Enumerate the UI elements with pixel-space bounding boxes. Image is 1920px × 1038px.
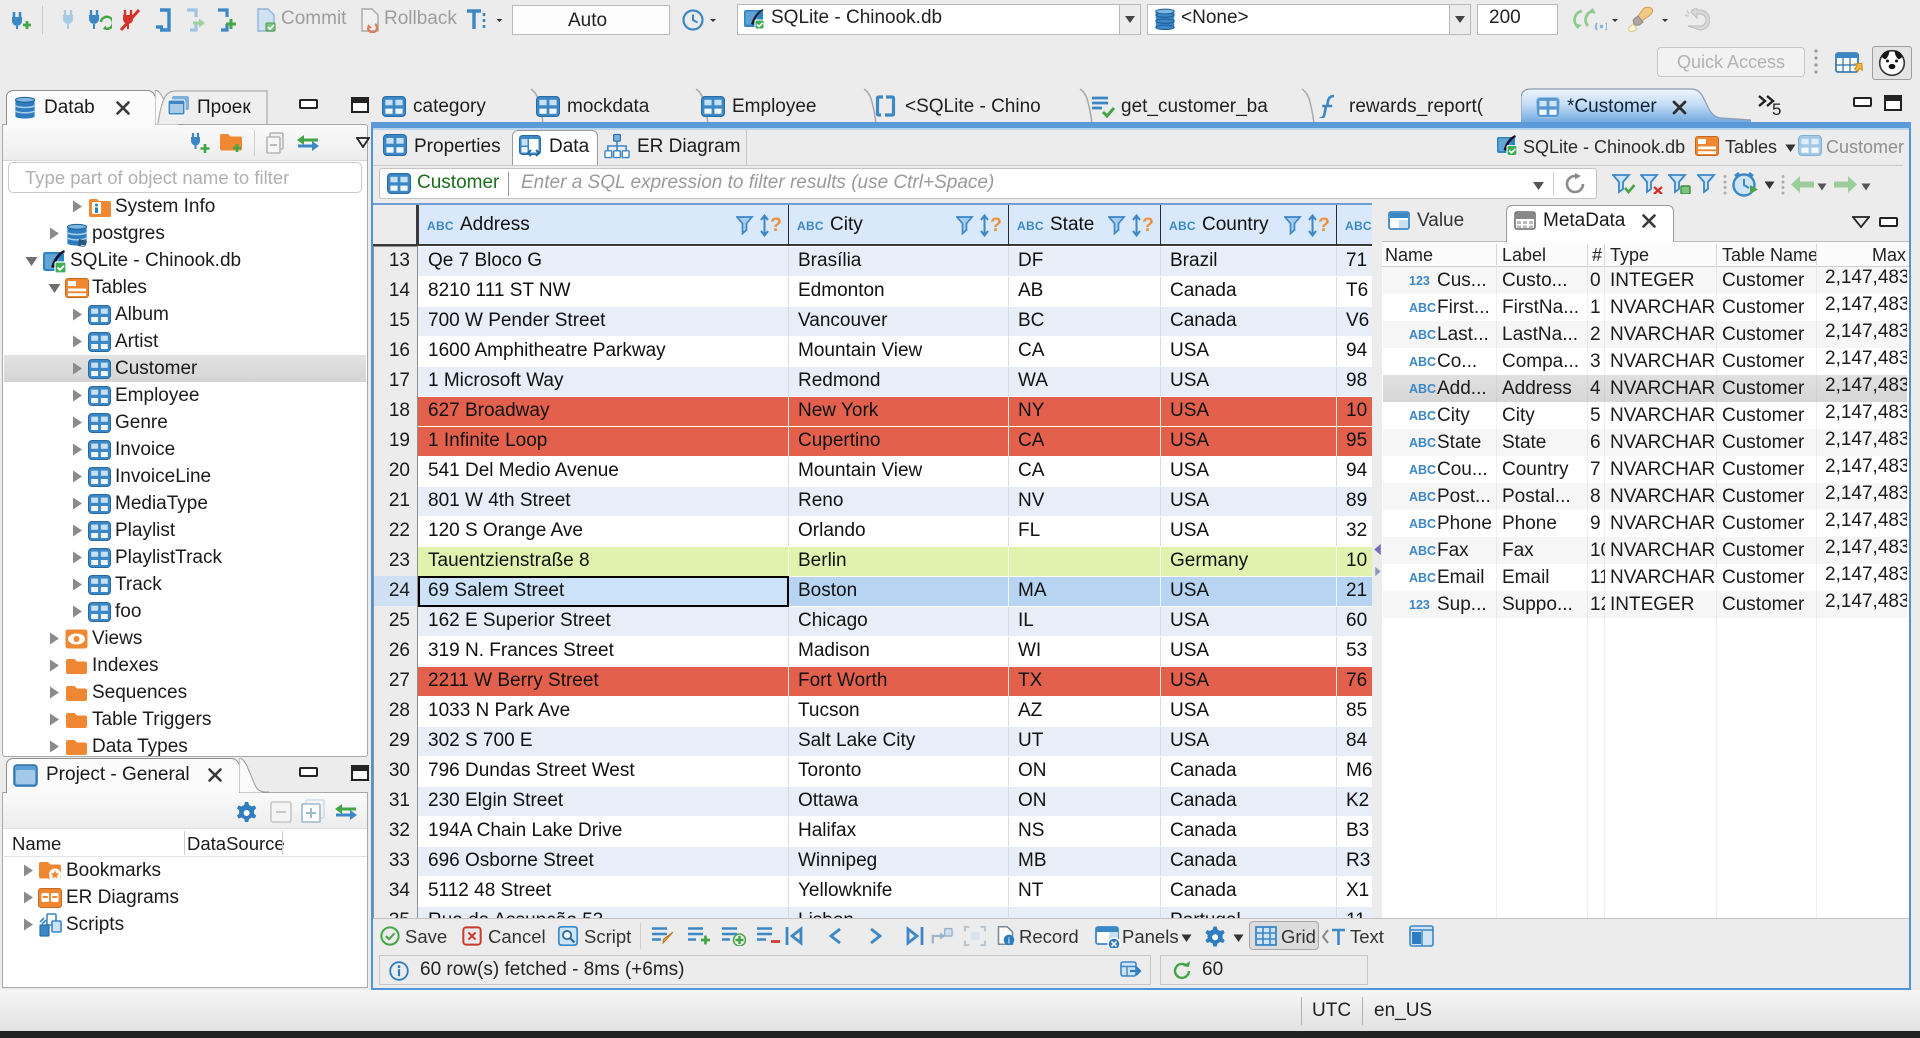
svg-text:i: i bbox=[1008, 935, 1010, 946]
